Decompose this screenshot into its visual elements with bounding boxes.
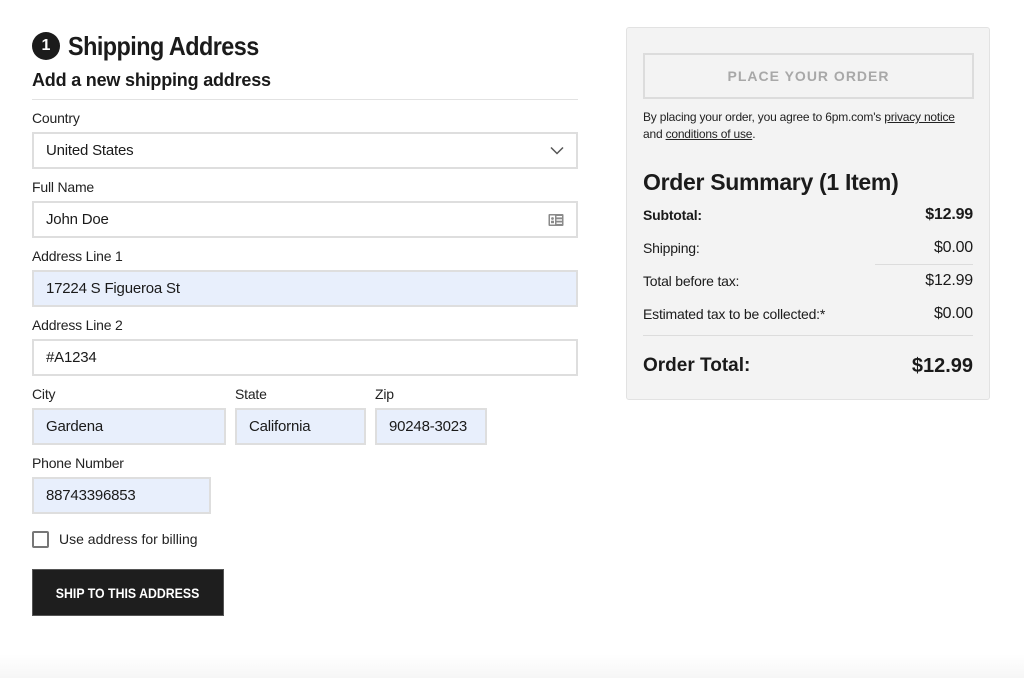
order-total-row: Order Total: $12.99 xyxy=(643,336,973,396)
full-name-value: John Doe xyxy=(46,211,109,228)
header-divider xyxy=(32,99,578,100)
phone-input[interactable]: 88743396853 xyxy=(32,477,211,514)
total-before-tax-label: Total before tax: xyxy=(643,272,740,289)
estimated-tax-value: $0.00 xyxy=(933,304,973,322)
contact-card-icon[interactable] xyxy=(548,213,564,226)
estimated-tax-row: Estimated tax to be collected:* $0.00 xyxy=(643,297,973,330)
page-title: Shipping Address xyxy=(68,30,259,61)
city-input[interactable]: Gardena xyxy=(32,408,226,445)
state-value: California xyxy=(249,418,311,435)
address-line-2-label: Address Line 2 xyxy=(32,317,123,333)
address-line-1-label: Address Line 1 xyxy=(32,248,123,264)
use-for-billing-checkbox[interactable] xyxy=(32,530,49,548)
shipping-value: $0.00 xyxy=(933,238,973,256)
step-number-badge: 1 xyxy=(32,32,60,60)
zip-value: 90248-3023 xyxy=(389,418,468,435)
bottom-fade xyxy=(0,654,1024,678)
city-state-zip-row: City Gardena State California Zip 90248-… xyxy=(32,376,578,445)
address-line-2-input[interactable]: #A1234 xyxy=(32,339,578,376)
shipping-label: Shipping: xyxy=(643,239,700,256)
shipping-row: Shipping: $0.00 xyxy=(643,231,973,264)
city-value: Gardena xyxy=(46,418,103,435)
phone-value: 88743396853 xyxy=(46,487,136,504)
agreement-text: By placing your order, you agree to 6pm.… xyxy=(643,109,973,143)
state-label: State xyxy=(235,386,267,402)
order-total-label: Order Total: xyxy=(643,355,751,376)
section-header: 1 Shipping Address xyxy=(32,28,578,64)
privacy-notice-link[interactable]: privacy notice xyxy=(884,110,955,124)
full-name-input[interactable]: John Doe xyxy=(32,201,578,238)
shipping-address-form: 1 Shipping Address Add a new shipping ad… xyxy=(32,28,578,616)
agreement-suffix: . xyxy=(752,127,756,141)
estimated-tax-label: Estimated tax to be collected:* xyxy=(643,305,826,322)
country-label: Country xyxy=(32,110,80,126)
ship-to-this-address-button[interactable]: SHIP TO THIS ADDRESS xyxy=(32,569,224,616)
address-line-1-value: 17224 S Figueroa St xyxy=(46,280,180,297)
address-line-1-input[interactable]: 17224 S Figueroa St xyxy=(32,270,578,307)
order-total-value: $12.99 xyxy=(911,354,973,377)
agreement-prefix: By placing your order, you agree to 6pm.… xyxy=(643,110,885,124)
use-for-billing-label[interactable]: Use address for billing xyxy=(59,531,198,547)
conditions-of-use-link[interactable]: conditions of use xyxy=(666,127,753,141)
subtotal-label: Subtotal: xyxy=(643,206,702,223)
city-label: City xyxy=(32,386,56,402)
order-summary-panel: PLACE YOUR ORDER By placing your order, … xyxy=(626,27,990,400)
place-your-order-button[interactable]: PLACE YOUR ORDER xyxy=(643,53,974,99)
zip-group: Zip 90248-3023 xyxy=(375,376,487,445)
zip-input[interactable]: 90248-3023 xyxy=(375,408,487,445)
country-value: United States xyxy=(46,142,134,159)
city-group: City Gardena xyxy=(32,376,226,445)
full-name-label: Full Name xyxy=(32,179,94,195)
address-line-2-value: #A1234 xyxy=(46,349,97,366)
phone-group: Phone Number 88743396853 xyxy=(32,453,211,514)
state-input[interactable]: California xyxy=(235,408,366,445)
zip-label: Zip xyxy=(375,386,394,402)
order-summary-title: Order Summary (1 Item) xyxy=(643,169,899,195)
ship-button-label: SHIP TO THIS ADDRESS xyxy=(56,584,200,601)
country-select[interactable]: United States xyxy=(32,132,578,169)
state-group: State California xyxy=(235,376,366,445)
chevron-down-icon[interactable] xyxy=(550,146,564,155)
phone-label: Phone Number xyxy=(32,455,124,471)
agreement-and: and xyxy=(643,127,666,141)
subtotal-value: $12.99 xyxy=(925,205,973,223)
total-before-tax-row: Total before tax: $12.99 xyxy=(643,264,973,297)
billing-checkbox-row[interactable]: Use address for billing xyxy=(32,529,578,549)
total-before-tax-value: $12.99 xyxy=(925,271,973,289)
subtotal-row: Subtotal: $12.99 xyxy=(643,198,973,231)
form-subtitle: Add a new shipping address xyxy=(32,70,271,90)
